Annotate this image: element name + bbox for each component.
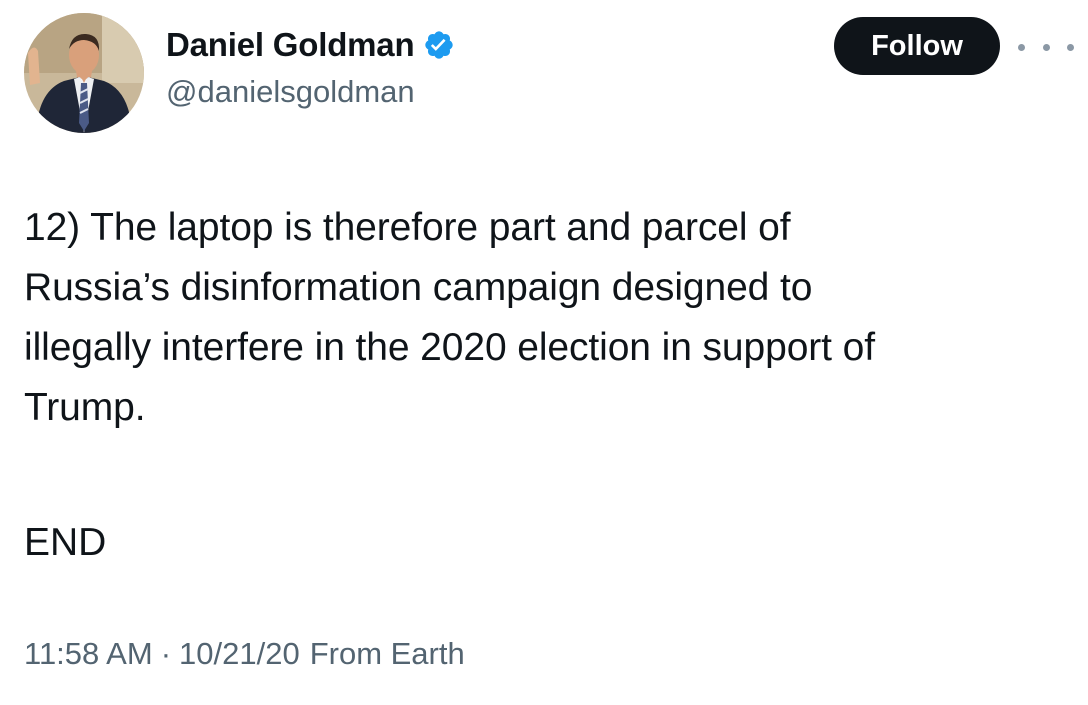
more-dot	[1042, 43, 1050, 51]
tweet-date[interactable]: 10/21/20	[179, 636, 300, 672]
more-dot	[1067, 43, 1074, 51]
tweet-metadata: 11:58 AM · 10/21/20 From Earth	[24, 636, 465, 672]
profile-photo	[24, 13, 144, 133]
avatar[interactable]	[24, 13, 144, 133]
user-handle[interactable]: @danielsgoldman	[166, 74, 455, 110]
tweet-time[interactable]: 11:58 AM	[24, 636, 153, 672]
more-horizontal-icon[interactable]	[1018, 38, 1074, 56]
tweet-card: Daniel Goldman @danielsgoldman Follow 12…	[0, 0, 1088, 705]
tweet-line: Trump.	[24, 386, 146, 429]
tweet-line: 12) The laptop is therefore part and par…	[24, 206, 791, 249]
display-name[interactable]: Daniel Goldman	[166, 26, 415, 64]
tweet-source: From Earth	[309, 636, 465, 671]
follow-button[interactable]: Follow	[834, 17, 1000, 75]
tweet-line: Russia’s disinformation campaign designe…	[24, 266, 813, 309]
tweet-line: illegally interfere in the 2020 election…	[24, 326, 875, 369]
more-dot	[1018, 43, 1025, 51]
tweet-text: 12) The laptop is therefore part and par…	[24, 198, 1074, 438]
verified-badge-icon	[423, 29, 455, 61]
meta-separator: ·	[160, 636, 172, 671]
name-row: Daniel Goldman	[166, 20, 455, 70]
tweet-closing-text: END	[24, 521, 107, 564]
user-info: Daniel Goldman @danielsgoldman	[166, 20, 455, 110]
